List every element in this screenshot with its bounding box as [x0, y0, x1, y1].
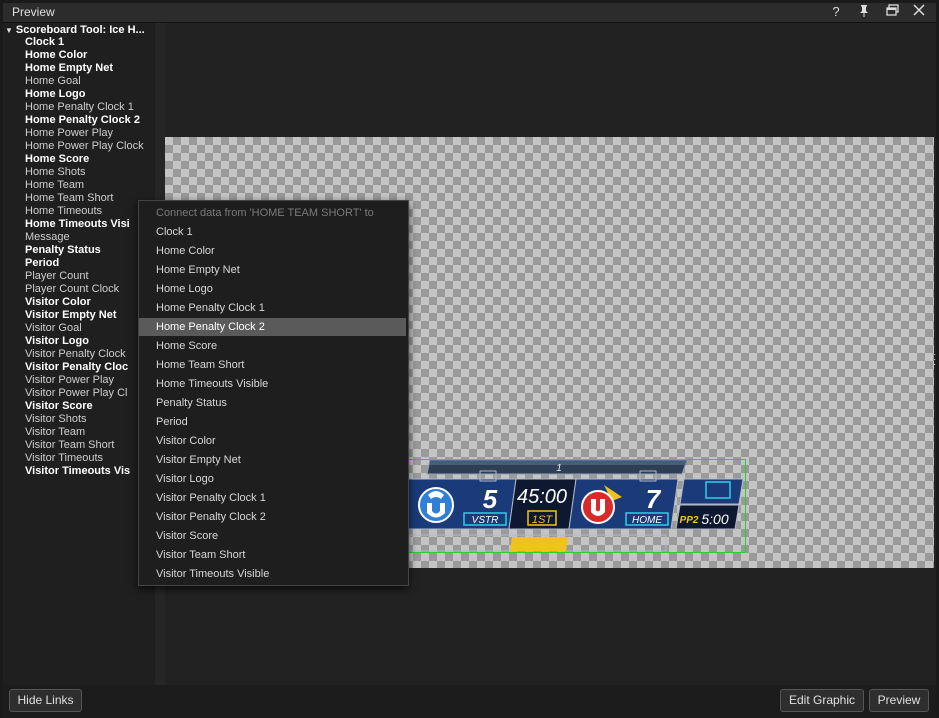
tree-item[interactable]: Period — [25, 257, 59, 270]
menu-item[interactable]: Visitor Team Short — [139, 546, 406, 564]
tree-item[interactable]: Home Color — [25, 49, 87, 62]
tree-item[interactable]: Visitor Timeouts — [25, 452, 103, 465]
power-play-clock: 5:00 — [701, 511, 728, 527]
tree-item[interactable]: Message — [25, 231, 70, 244]
menu-item[interactable]: Clock 1 — [139, 223, 406, 241]
tree-item[interactable]: Home Goal — [25, 75, 81, 88]
period-bar-text: 1 — [556, 463, 562, 474]
menu-item[interactable]: Home Penalty Clock 1 — [139, 299, 406, 317]
tree-root[interactable]: ▼ Scoreboard Tool: Ice H... — [5, 24, 145, 36]
tree-item[interactable]: Visitor Penalty Cloc — [25, 361, 128, 374]
pin-icon[interactable] — [855, 4, 873, 20]
tree-item[interactable]: Visitor Score — [25, 400, 93, 413]
menu-item[interactable]: Home Timeouts Visible — [139, 375, 406, 393]
tree-item[interactable]: Visitor Logo — [25, 335, 89, 348]
tree-item[interactable]: Visitor Goal — [25, 322, 82, 335]
tree-item[interactable]: Clock 1 — [25, 36, 64, 49]
restore-window-icon[interactable] — [883, 4, 901, 20]
data-tree-panel[interactable]: ▼ Scoreboard Tool: Ice H... Clock 1 Home C… — [3, 23, 155, 685]
menu-item[interactable]: Home Team Short — [139, 356, 406, 374]
connect-data-menu[interactable]: Connect data from 'HOME TEAM SHORT' to C… — [138, 200, 409, 586]
tree-item[interactable]: Home Logo — [25, 88, 86, 101]
window-titlebar: Preview ? — [3, 3, 936, 23]
preview-button[interactable]: Preview — [869, 689, 929, 712]
tree-item[interactable]: Visitor Empty Net — [25, 309, 117, 322]
tree-item[interactable]: Home Team Short — [25, 192, 113, 205]
menu-item[interactable]: Period — [139, 413, 406, 431]
menu-item[interactable]: Visitor Empty Net — [139, 451, 406, 469]
tree-item[interactable]: Home Penalty Clock 1 — [25, 101, 134, 114]
tree-item[interactable]: Visitor Timeouts Vis — [25, 465, 130, 478]
menu-item[interactable]: Visitor Color — [139, 432, 406, 450]
tree-item[interactable]: Visitor Power Play — [25, 374, 114, 387]
visitor-score: 5 — [483, 484, 498, 514]
help-icon[interactable]: ? — [827, 4, 845, 20]
menu-item[interactable]: Visitor Penalty Clock 2 — [139, 508, 406, 526]
menu-item[interactable]: Visitor Score — [139, 527, 406, 545]
visitor-logo-icon — [418, 487, 454, 523]
tree-item[interactable]: Player Count — [25, 270, 89, 283]
expand-triangle-icon[interactable]: ▼ — [5, 26, 13, 35]
power-play-label: PP2 — [680, 515, 699, 526]
visitor-label: VSTR — [472, 515, 499, 526]
tree-item[interactable]: Home Timeouts Visi — [25, 218, 130, 231]
scoreboard-graphic[interactable]: 1 5 VSTR 45:00 1ST 7 HOME PP2 5:00 — [408, 457, 748, 553]
tree-item[interactable]: Home Power Play Clock — [25, 140, 144, 153]
menu-item[interactable]: Visitor Penalty Clock 1 — [139, 489, 406, 507]
resize-handle-icon[interactable]: · · · — [933, 350, 937, 370]
home-label: HOME — [632, 515, 662, 526]
tree-item[interactable]: Penalty Status — [25, 244, 101, 257]
close-icon[interactable] — [910, 4, 928, 20]
tree-item[interactable]: Visitor Team — [25, 426, 85, 439]
tree-item[interactable]: Visitor Penalty Clock — [25, 348, 126, 361]
tree-item[interactable]: Player Count Clock — [25, 283, 119, 296]
tree-item[interactable]: Home Penalty Clock 2 — [25, 114, 140, 127]
period-text: 1ST — [532, 514, 553, 526]
menu-item[interactable]: Home Score — [139, 337, 406, 355]
bottom-toolbar: Hide Links Edit Graphic Preview — [3, 685, 936, 718]
tree-item[interactable]: Home Team — [25, 179, 84, 192]
tree-item[interactable]: Visitor Color — [25, 296, 91, 309]
tree-item[interactable]: Home Shots — [25, 166, 86, 179]
window-title: Preview — [12, 5, 55, 19]
hide-links-button[interactable]: Hide Links — [9, 689, 82, 712]
tree-root-label: Scoreboard Tool: Ice H... — [15, 24, 145, 36]
tree-item[interactable]: Visitor Power Play Cl — [25, 387, 128, 400]
menu-item[interactable]: Visitor Logo — [139, 470, 406, 488]
tree-item[interactable]: Home Power Play — [25, 127, 113, 140]
tree-item[interactable]: Home Empty Net — [25, 62, 113, 75]
edit-graphic-button[interactable]: Edit Graphic — [780, 689, 864, 712]
menu-item[interactable]: Home Logo — [139, 280, 406, 298]
tree-item[interactable]: Visitor Team Short — [25, 439, 114, 452]
tree-item[interactable]: Visitor Shots — [25, 413, 87, 426]
menu-item[interactable]: Home Empty Net — [139, 261, 406, 279]
home-score: 7 — [646, 484, 662, 514]
tree-item[interactable]: Home Score — [25, 153, 89, 166]
menu-item[interactable]: Home Penalty Clock 2 — [139, 318, 406, 336]
tree-item[interactable]: Home Timeouts — [25, 205, 102, 218]
menu-item[interactable]: Penalty Status — [139, 394, 406, 412]
game-clock: 45:00 — [517, 486, 567, 508]
menu-item[interactable]: Home Color — [139, 242, 406, 260]
menu-item[interactable]: Visitor Timeouts Visible — [139, 565, 406, 583]
menu-header: Connect data from 'HOME TEAM SHORT' to — [156, 207, 374, 219]
